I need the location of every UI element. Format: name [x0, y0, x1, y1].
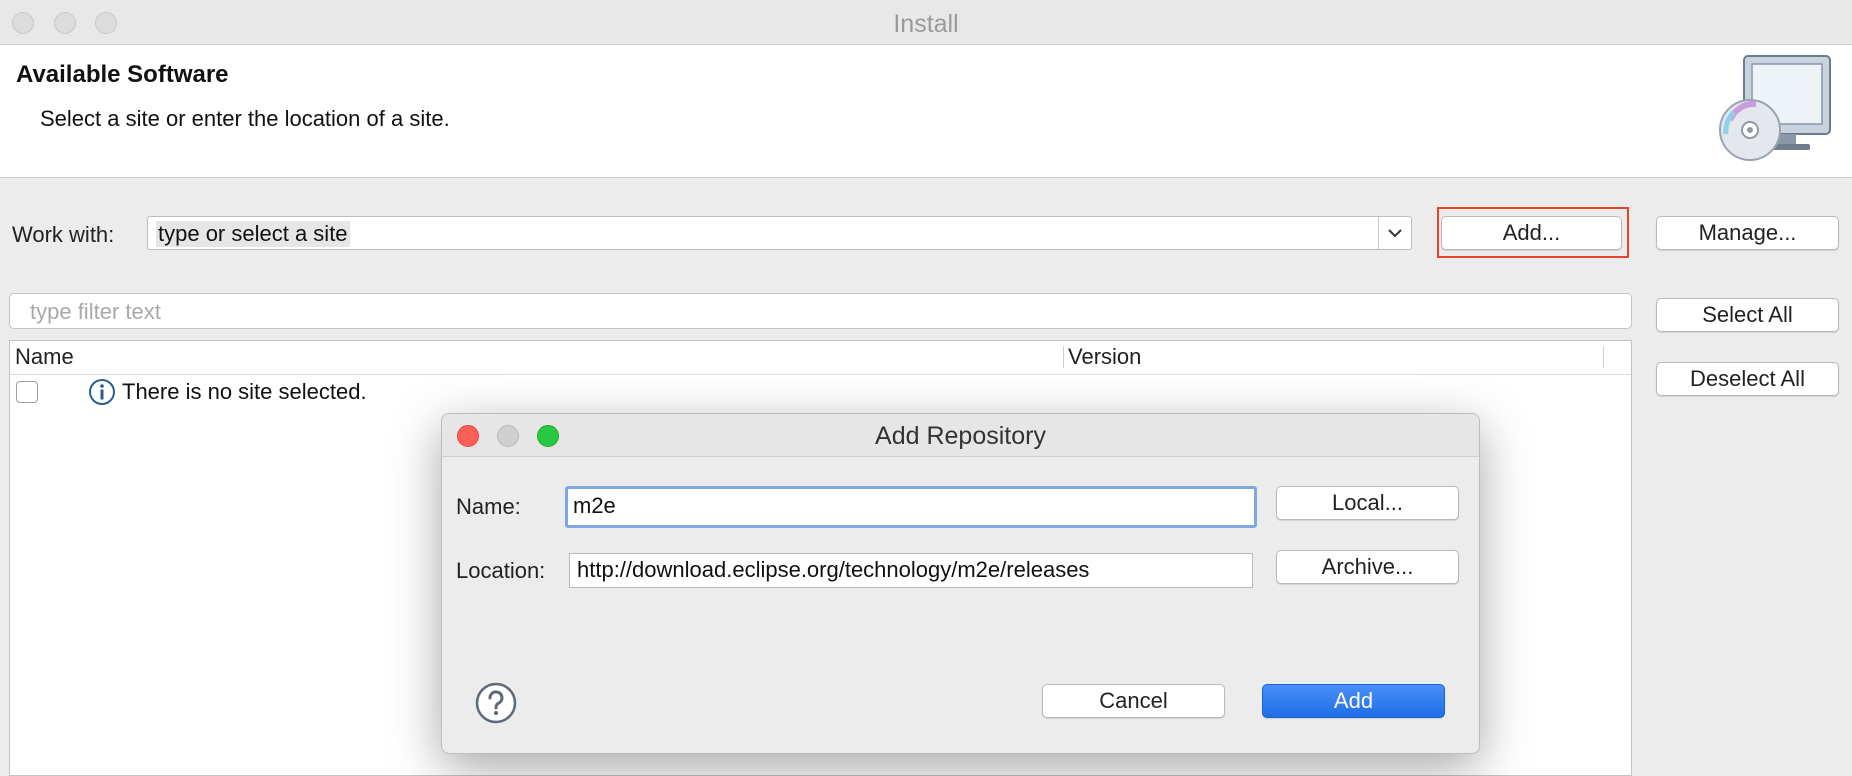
add-repository-dialog: Add Repository Name: m2e Location: http:… [441, 413, 1480, 754]
location-label: Location: [456, 558, 546, 583]
help-icon[interactable] [475, 682, 517, 729]
column-separator [1063, 346, 1064, 368]
deselect-all-button[interactable]: Deselect All [1656, 362, 1839, 396]
work-with-label: Work with: [12, 222, 115, 247]
filter-input[interactable]: type filter text [9, 293, 1632, 329]
window-title: Install [893, 10, 959, 38]
dialog-title: Add Repository [875, 422, 1046, 450]
page-subtitle: Select a site or enter the location of a… [40, 106, 450, 131]
select-all-button[interactable]: Select All [1656, 298, 1839, 332]
page-title: Available Software [16, 61, 229, 88]
chevron-down-icon[interactable] [1378, 217, 1411, 249]
archive-button[interactable]: Archive... [1276, 550, 1459, 584]
table-header: Name Version [10, 341, 1631, 375]
add-repository-button[interactable]: Add [1262, 684, 1445, 718]
name-label: Name: [456, 494, 521, 519]
install-cd-monitor-icon [1716, 52, 1836, 164]
location-field[interactable]: http://download.eclipse.org/technology/m… [569, 553, 1253, 588]
local-button[interactable]: Local... [1276, 486, 1459, 520]
work-with-combo[interactable]: type or select a site [147, 216, 1412, 250]
column-header-name[interactable]: Name [15, 344, 74, 370]
work-with-value[interactable]: type or select a site [156, 221, 350, 247]
filter-placeholder: type filter text [30, 299, 161, 324]
name-field[interactable]: m2e [565, 486, 1257, 528]
row-checkbox[interactable] [16, 381, 38, 403]
column-header-version[interactable]: Version [1068, 344, 1141, 370]
column-separator [1603, 346, 1604, 368]
manage-button[interactable]: Manage... [1656, 216, 1839, 250]
add-button-highlight [1437, 207, 1629, 258]
info-icon [88, 378, 116, 411]
empty-message: There is no site selected. [122, 379, 367, 404]
cancel-button[interactable]: Cancel [1042, 684, 1225, 718]
